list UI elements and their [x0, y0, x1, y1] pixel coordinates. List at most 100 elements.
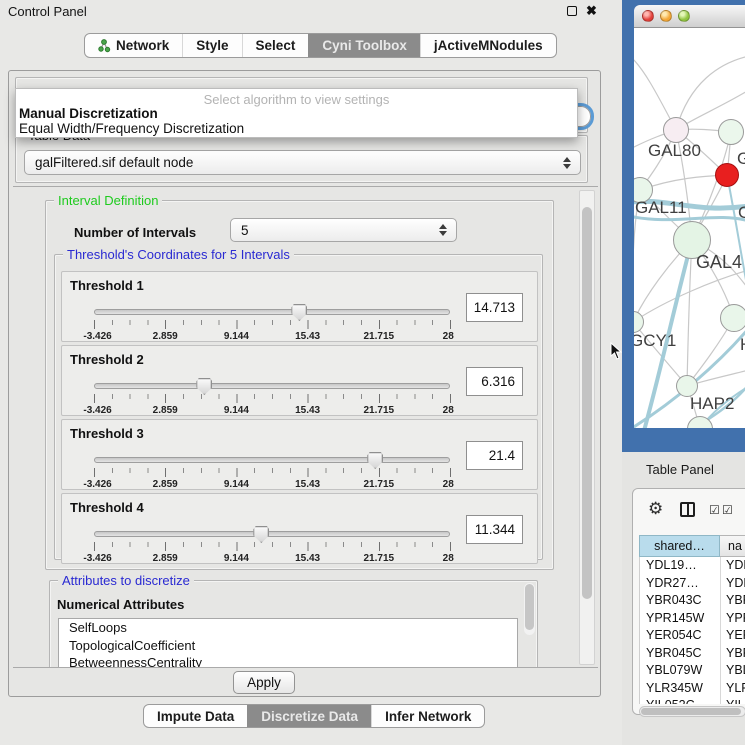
- threshold-3-slider[interactable]: -3.4262.8599.14415.4321.71528: [94, 454, 450, 490]
- cell-shared-name[interactable]: YBR043C: [640, 592, 721, 610]
- attribute-list-item[interactable]: TopologicalCoefficient: [59, 637, 517, 655]
- threshold-value-field[interactable]: 21.4: [466, 441, 523, 470]
- tab-impute-data[interactable]: Impute Data: [144, 705, 247, 727]
- tab-cyni-toolbox[interactable]: Cyni Toolbox: [308, 34, 420, 57]
- cell-shared-name[interactable]: YBL079W: [640, 662, 721, 680]
- checkbox-icon[interactable]: ☑: [709, 503, 720, 517]
- cell-name[interactable]: YER0: [721, 627, 745, 645]
- table-horizontal-scrollbar[interactable]: [639, 706, 745, 717]
- table-row[interactable]: YBR043C YBR0: [640, 592, 745, 610]
- cell-name[interactable]: YPR1: [721, 610, 745, 628]
- network-node[interactable]: [715, 163, 739, 187]
- tab-infer-network[interactable]: Infer Network: [371, 705, 484, 727]
- table-panel-toolbar: ⚙ ☑ ☑: [633, 489, 745, 533]
- table-row[interactable]: YLR345W YLR3: [640, 680, 745, 698]
- tab-network[interactable]: Network: [85, 34, 182, 57]
- cell-shared-name[interactable]: YDR27…: [640, 575, 721, 593]
- network-canvas[interactable]: GAL80GACGAL11GAL4GCY1HHAP2: [634, 28, 745, 428]
- threshold-label: Threshold 2: [70, 352, 144, 367]
- number-of-intervals-combobox[interactable]: 5: [230, 218, 457, 242]
- threshold-value-field[interactable]: 11.344: [466, 515, 523, 544]
- slider-track[interactable]: [94, 531, 450, 537]
- scrollbar-thumb[interactable]: [641, 708, 741, 715]
- tab-select[interactable]: Select: [242, 34, 309, 57]
- threshold-value-field[interactable]: 14.713: [466, 293, 523, 322]
- threshold-4-panel: Threshold 4 -3.4262.8599.14415.4321.7152…: [61, 493, 538, 564]
- table-row[interactable]: YER054C YER0: [640, 627, 745, 645]
- cell-shared-name[interactable]: YPR145W: [640, 610, 721, 628]
- threshold-1-slider[interactable]: -3.4262.8599.14415.4321.71528: [94, 306, 450, 342]
- tab-label: Select: [256, 38, 296, 53]
- split-columns-icon[interactable]: [680, 502, 695, 517]
- table-row[interactable]: YDR27… YDR2: [640, 575, 745, 593]
- slider-thumb[interactable]: [253, 526, 269, 543]
- close-icon[interactable]: ✖: [586, 3, 597, 19]
- network-node[interactable]: [718, 119, 744, 145]
- close-traffic-light-icon[interactable]: [642, 10, 654, 22]
- gear-icon[interactable]: ⚙: [648, 499, 663, 519]
- minimize-traffic-light-icon[interactable]: [660, 10, 672, 22]
- slider-track[interactable]: [94, 383, 450, 389]
- slider-thumb[interactable]: [291, 304, 307, 321]
- table-row[interactable]: YBR045C YBR0: [640, 645, 745, 663]
- cell-name[interactable]: YIL0: [721, 697, 745, 704]
- cell-shared-name[interactable]: YIL052C: [640, 697, 721, 704]
- slider-track[interactable]: [94, 309, 450, 315]
- cell-name[interactable]: YDR2: [721, 575, 745, 593]
- network-node[interactable]: [663, 117, 689, 143]
- cell-shared-name[interactable]: YDL19…: [640, 557, 721, 575]
- apply-button[interactable]: Apply: [233, 671, 295, 694]
- attribute-list-item[interactable]: BetweennessCentrality: [59, 654, 517, 668]
- table-row[interactable]: YPR145W YPR1: [640, 610, 745, 628]
- slider-tick-label: 9.144: [224, 479, 249, 490]
- scrollbar-thumb[interactable]: [582, 207, 592, 599]
- threshold-3-panel: Threshold 3 -3.4262.8599.14415.4321.7152…: [61, 419, 538, 490]
- slider-tick-label: 21.715: [364, 553, 395, 564]
- tab-label: Discretize Data: [261, 709, 358, 724]
- scrollbar-thumb[interactable]: [525, 584, 534, 630]
- network-node[interactable]: [673, 221, 711, 259]
- table-row[interactable]: YBL079W YBL0: [640, 662, 745, 680]
- cell-shared-name[interactable]: YBR045C: [640, 645, 721, 663]
- control-panel-titlebar: Control Panel ✖: [0, 0, 621, 22]
- threshold-2-panel: Threshold 2 -3.4262.8599.14415.4321.7152…: [61, 345, 538, 416]
- cell-name[interactable]: YBL0: [721, 662, 745, 680]
- network-node[interactable]: [720, 304, 745, 332]
- float-window-icon[interactable]: [567, 6, 577, 16]
- cell-name[interactable]: YLR3: [721, 680, 745, 698]
- tab-jactivemnodules[interactable]: jActiveMNodules: [420, 34, 556, 57]
- slider-thumb[interactable]: [196, 378, 212, 395]
- network-window-titlebar[interactable]: [634, 5, 745, 28]
- dropdown-option-manual-discretization[interactable]: Manual Discretization: [16, 106, 577, 121]
- dropdown-option-equal-width-frequency[interactable]: Equal Width/Frequency Discretization: [16, 121, 577, 136]
- cell-shared-name[interactable]: YER054C: [640, 627, 721, 645]
- table-row[interactable]: YIL052C YIL0: [640, 697, 745, 704]
- list-scrollbar[interactable]: [524, 583, 535, 635]
- slider-thumb[interactable]: [367, 452, 383, 469]
- cell-name[interactable]: YBR0: [721, 592, 745, 610]
- slider-tick-label: 15.43: [295, 479, 320, 490]
- tab-label: Infer Network: [385, 709, 471, 724]
- threshold-4-slider[interactable]: -3.4262.8599.14415.4321.71528: [94, 528, 450, 564]
- table-data-combobox[interactable]: galFiltered.sif default node: [24, 150, 581, 175]
- checkbox-icon[interactable]: ☑: [722, 503, 733, 517]
- tab-style[interactable]: Style: [182, 34, 241, 57]
- dropdown-placeholder-option[interactable]: Select algorithm to view settings: [16, 89, 577, 106]
- cell-name[interactable]: YDL1: [721, 557, 745, 575]
- slider-tick-label: -3.426: [83, 331, 111, 342]
- attribute-list-item[interactable]: SelfLoops: [59, 619, 517, 637]
- zoom-traffic-light-icon[interactable]: [678, 10, 690, 22]
- cell-name[interactable]: YBR0: [721, 645, 745, 663]
- threshold-2-slider[interactable]: -3.4262.8599.14415.4321.71528: [94, 380, 450, 416]
- settings-vertical-scrollbar[interactable]: [579, 190, 595, 665]
- tab-discretize-data[interactable]: Discretize Data: [247, 705, 371, 727]
- slider-track[interactable]: [94, 457, 450, 463]
- slider-tick-label: -3.426: [83, 553, 111, 564]
- network-node[interactable]: [676, 375, 698, 397]
- table-row[interactable]: YDL19… YDL1: [640, 557, 745, 575]
- threshold-value-field[interactable]: 6.316: [466, 367, 523, 396]
- column-header-name[interactable]: na: [720, 535, 745, 557]
- group-title: Threshold's Coordinates for 5 Intervals: [63, 247, 294, 262]
- cell-shared-name[interactable]: YLR345W: [640, 680, 721, 698]
- column-header-shared-name[interactable]: shared…: [639, 535, 720, 557]
